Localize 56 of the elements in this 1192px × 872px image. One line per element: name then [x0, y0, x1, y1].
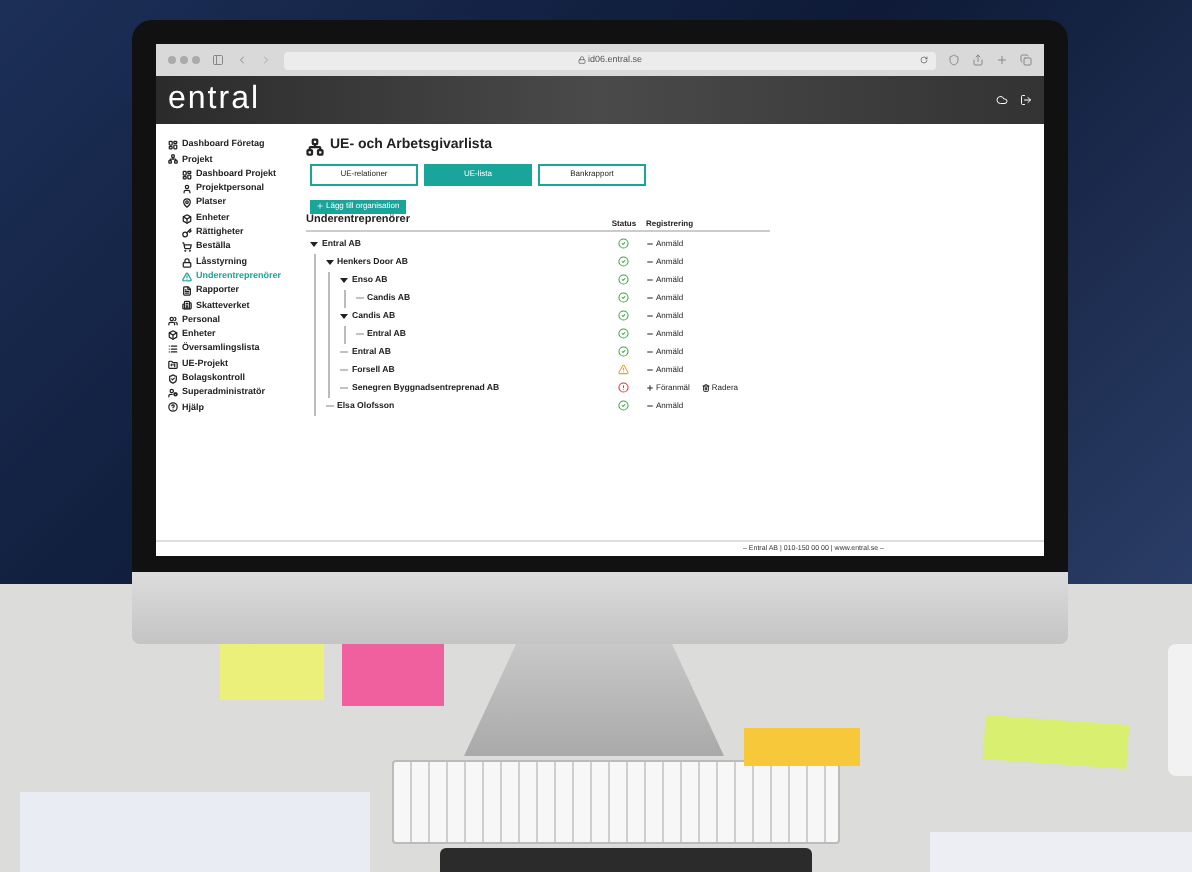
- triangle-icon: [182, 271, 192, 282]
- minus-icon: [646, 366, 654, 374]
- help-icon: [168, 402, 178, 413]
- box-icon: [168, 330, 178, 340]
- tabs-icon[interactable]: [1020, 54, 1032, 66]
- pencil-cup: [1168, 644, 1192, 776]
- user-gear-icon: [168, 388, 178, 399]
- trash-icon: [701, 384, 710, 392]
- cloud-icon[interactable]: [996, 94, 1008, 106]
- caret-down-icon[interactable]: [310, 240, 318, 248]
- caret-down-icon[interactable]: [325, 258, 333, 266]
- logout-icon[interactable]: [1020, 94, 1032, 106]
- dashboard-icon: [182, 169, 192, 180]
- people-icon: [168, 315, 178, 326]
- back-icon[interactable]: [236, 54, 248, 66]
- tree-connector: [340, 384, 348, 392]
- minus-icon: [646, 240, 654, 248]
- cart-icon: [182, 242, 192, 253]
- list-icon: [168, 344, 178, 355]
- logo[interactable]: entral: [168, 84, 261, 116]
- dashboard-icon: [168, 140, 178, 151]
- hierarchy-icon: [306, 137, 324, 156]
- building-icon: [182, 300, 192, 311]
- minus-icon: [646, 348, 654, 356]
- tree-connector: [340, 366, 348, 374]
- lock-icon: [182, 257, 192, 268]
- person-icon: [182, 184, 192, 195]
- box-icon: [182, 213, 192, 224]
- sticky-note: [744, 728, 860, 766]
- tree-connector: [355, 294, 363, 302]
- shield-icon: [168, 373, 178, 384]
- minus-icon: [646, 258, 654, 266]
- sidebar-toggle-icon[interactable]: [212, 54, 224, 66]
- document-icon: [182, 286, 192, 297]
- key-icon: [182, 227, 192, 238]
- minus-icon: [646, 276, 654, 284]
- minus-icon: [646, 330, 654, 338]
- tree-connector: [355, 330, 363, 338]
- minus-icon: [646, 402, 654, 410]
- folder-icon: [168, 359, 178, 370]
- caret-down-icon[interactable]: [340, 312, 348, 320]
- caret-down-icon[interactable]: [340, 276, 348, 284]
- hierarchy-icon: [168, 154, 178, 165]
- share-icon[interactable]: [972, 54, 984, 66]
- lock-icon: [577, 56, 586, 64]
- pin-icon: [182, 198, 192, 209]
- minus-icon: [646, 294, 654, 302]
- minus-icon: [646, 312, 654, 320]
- new-tab-icon[interactable]: [996, 54, 1008, 66]
- plus-icon: [646, 384, 654, 392]
- tree-connector: [325, 402, 333, 410]
- plus-icon: [316, 202, 324, 210]
- tree-connector: [340, 348, 348, 356]
- reload-icon[interactable]: [920, 56, 928, 64]
- shield-icon[interactable]: [948, 54, 960, 66]
- forward-icon[interactable]: [260, 54, 272, 66]
